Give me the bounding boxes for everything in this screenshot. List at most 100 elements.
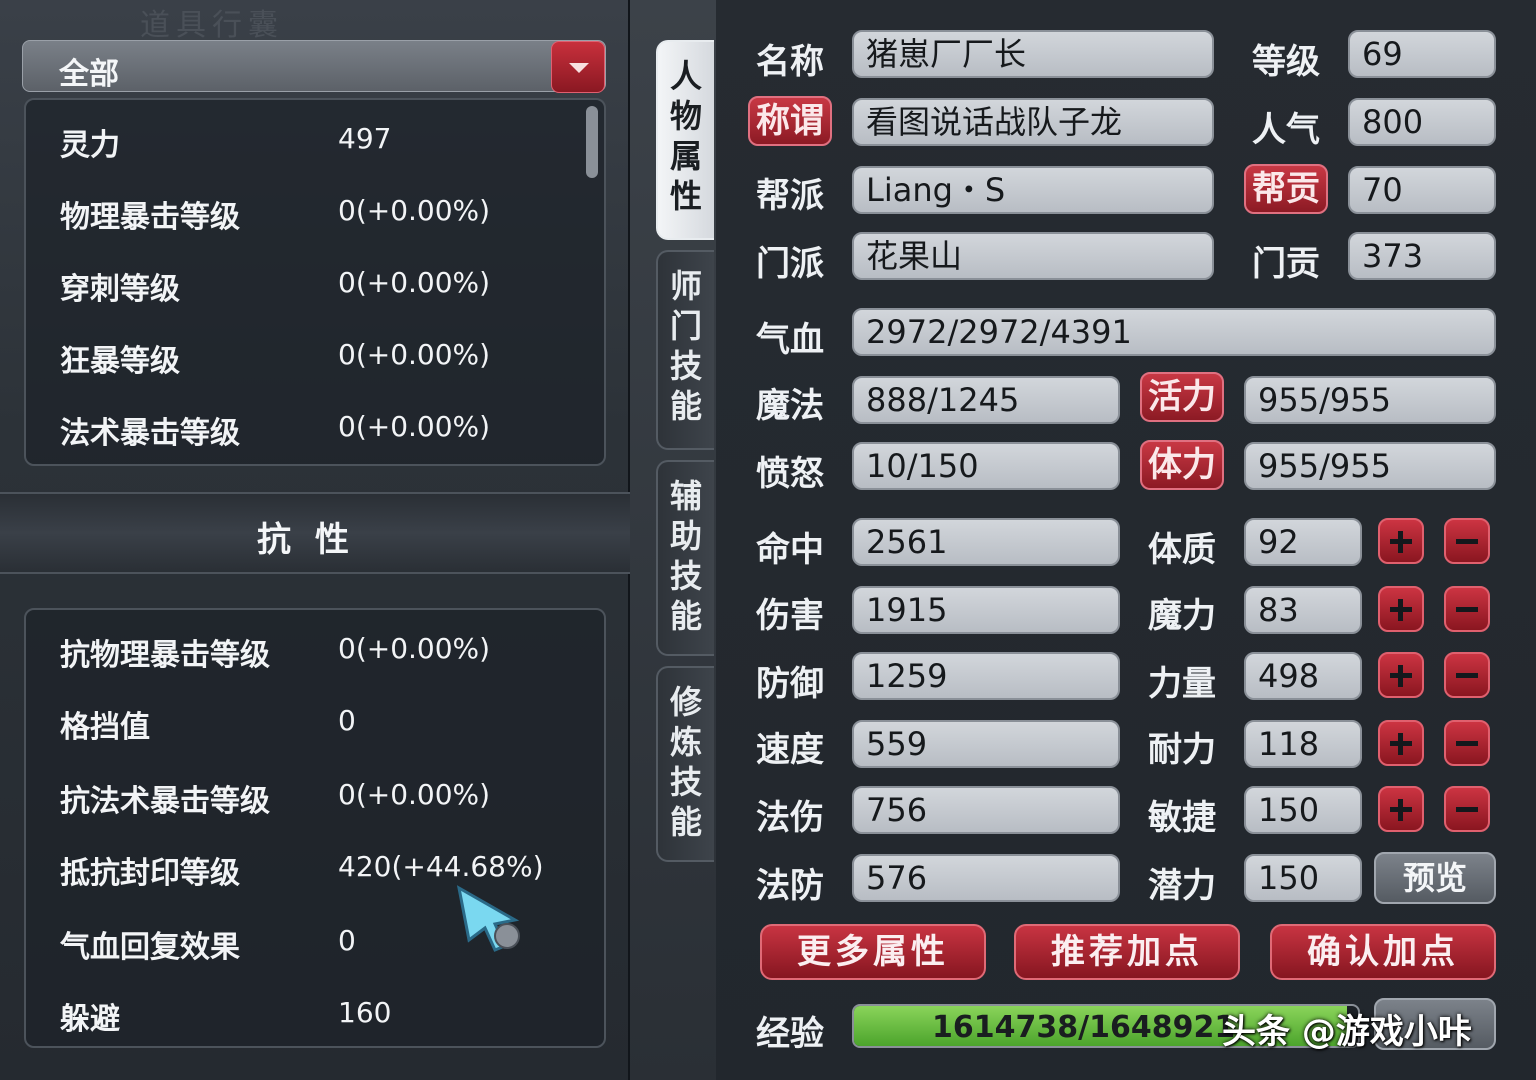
combat-label: 命中 [756,530,824,570]
plus-icon[interactable] [1378,586,1424,632]
tab-support-skills[interactable]: 辅助技能 [656,460,714,656]
character-attributes-panel: 名称 猪崽厂厂长 等级 69 称谓 看图说话战队子龙 人气 800 帮派 Lia… [716,0,1536,1080]
stat-label: 抗法术暴击等级 [60,784,270,819]
minus-icon[interactable] [1444,786,1490,832]
level-field: 69 [1348,30,1496,78]
stat-label: 躲避 [60,1002,120,1037]
minus-icon[interactable] [1444,720,1490,766]
more-attributes-button[interactable]: 更多属性 [760,924,986,980]
plus-icon[interactable] [1378,720,1424,766]
mouse-cursor-icon [456,885,520,952]
popularity-field: 800 [1348,98,1496,146]
plus-icon[interactable] [1378,652,1424,698]
dropdown-arrow-icon[interactable] [551,41,605,93]
attribute-label: 魔力 [1148,596,1216,636]
hp-label: 气血 [756,320,824,360]
anger-field: 10/150 [852,442,1120,490]
combat-value: 756 [852,786,1120,834]
vitality-field: 955/955 [1244,376,1496,424]
combat-label: 防御 [756,664,824,704]
potential-label: 潜力 [1148,866,1216,906]
stat-label: 物理暴击等级 [60,200,240,235]
minus-icon[interactable] [1444,518,1490,564]
potential-value: 150 [1244,854,1362,902]
attribute-value: 150 [1244,786,1362,834]
school-label: 门派 [756,244,824,284]
stat-value: 0 [338,924,356,957]
guild-contrib-field: 70 [1348,166,1496,214]
combat-label: 法伤 [756,798,824,838]
stat-label: 抵抗封印等级 [60,856,240,891]
stat-label: 格挡值 [60,710,150,745]
school-field: 花果山 [852,232,1214,280]
scrollbar[interactable] [586,106,598,178]
stat-label: 抗物理暴击等级 [60,638,270,673]
watermark: 头条 @游戏小咔 [1222,1012,1472,1052]
plus-icon[interactable] [1378,518,1424,564]
stat-row: 灵力 497 [60,120,580,163]
stat-row: 狂暴等级 0(+0.00%) [60,336,580,379]
tab-character-attributes[interactable]: 人物属性 [656,40,714,240]
stat-value: 0(+0.00%) [338,410,491,443]
stat-value: 160 [338,996,392,1029]
mp-field: 888/1245 [852,376,1120,424]
attribute-label: 敏捷 [1148,798,1216,838]
popularity-label: 人气 [1252,110,1320,150]
combat-label: 法防 [756,866,824,906]
vitality-button[interactable]: 活力 [1140,372,1224,422]
name-label: 名称 [756,42,824,82]
attribute-value: 92 [1244,518,1362,566]
stat-row: 物理暴击等级 0(+0.00%) [60,192,580,235]
resist-section-header: 抗性 [0,492,630,574]
filter-selected-value: 全部 [59,57,119,92]
combat-value: 559 [852,720,1120,768]
attribute-value: 83 [1244,586,1362,634]
name-field: 猪崽厂厂长 [852,30,1214,78]
title-button[interactable]: 称谓 [748,96,832,146]
stat-value: 497 [338,122,392,155]
stat-label: 气血回复效果 [60,930,240,965]
stamina-button[interactable]: 体力 [1140,440,1224,490]
tab-label: 师门技能 [669,267,702,425]
combat-value: 2561 [852,518,1120,566]
combat-label: 伤害 [756,596,824,636]
attribute-label: 体质 [1148,530,1216,570]
stat-value: 420(+44.68%) [338,850,544,883]
stat-value: 0 [338,704,356,737]
school-contrib-field: 373 [1348,232,1496,280]
attribute-value: 118 [1244,720,1362,768]
tab-school-skills[interactable]: 师门技能 [656,250,714,450]
stat-label: 狂暴等级 [60,344,180,379]
stat-row: 格挡值 0 [60,702,580,745]
combat-value: 1915 [852,586,1120,634]
stat-value: 0(+0.00%) [338,338,491,371]
stat-row: 穿刺等级 0(+0.00%) [60,264,580,307]
stat-value: 0(+0.00%) [338,778,491,811]
attribute-label: 耐力 [1148,730,1216,770]
combat-value: 576 [852,854,1120,902]
plus-icon[interactable] [1378,786,1424,832]
tab-strip: 人物属性 师门技能 辅助技能 修炼技能 [630,0,716,1080]
minus-icon[interactable] [1444,586,1490,632]
stat-label: 穿刺等级 [60,272,180,307]
stat-row: 抗物理暴击等级 0(+0.00%) [60,630,580,673]
stat-row: 躲避 160 [60,994,580,1037]
combat-value: 1259 [852,652,1120,700]
confirm-points-button[interactable]: 确认加点 [1270,924,1496,980]
guild-label: 帮派 [756,176,824,216]
tab-cultivation-skills[interactable]: 修炼技能 [656,666,714,862]
stat-value: 0(+0.00%) [338,632,491,665]
stat-value: 0(+0.00%) [338,266,491,299]
recommend-points-button[interactable]: 推荐加点 [1014,924,1240,980]
tab-label: 辅助技能 [669,477,702,635]
background-title: 道具行囊 [140,8,284,43]
stat-value: 0(+0.00%) [338,194,491,227]
filter-select[interactable]: 全部 [22,40,606,93]
preview-button[interactable]: 预览 [1374,852,1496,904]
top-stats-box: 灵力 497 物理暴击等级 0(+0.00%) 穿刺等级 0(+0.00%) 狂… [24,98,606,466]
hp-field: 2972/2972/4391 [852,308,1496,356]
guild-contrib-button[interactable]: 帮贡 [1244,164,1328,214]
anger-label: 愤怒 [756,454,824,494]
minus-icon[interactable] [1444,652,1490,698]
attribute-value: 498 [1244,652,1362,700]
